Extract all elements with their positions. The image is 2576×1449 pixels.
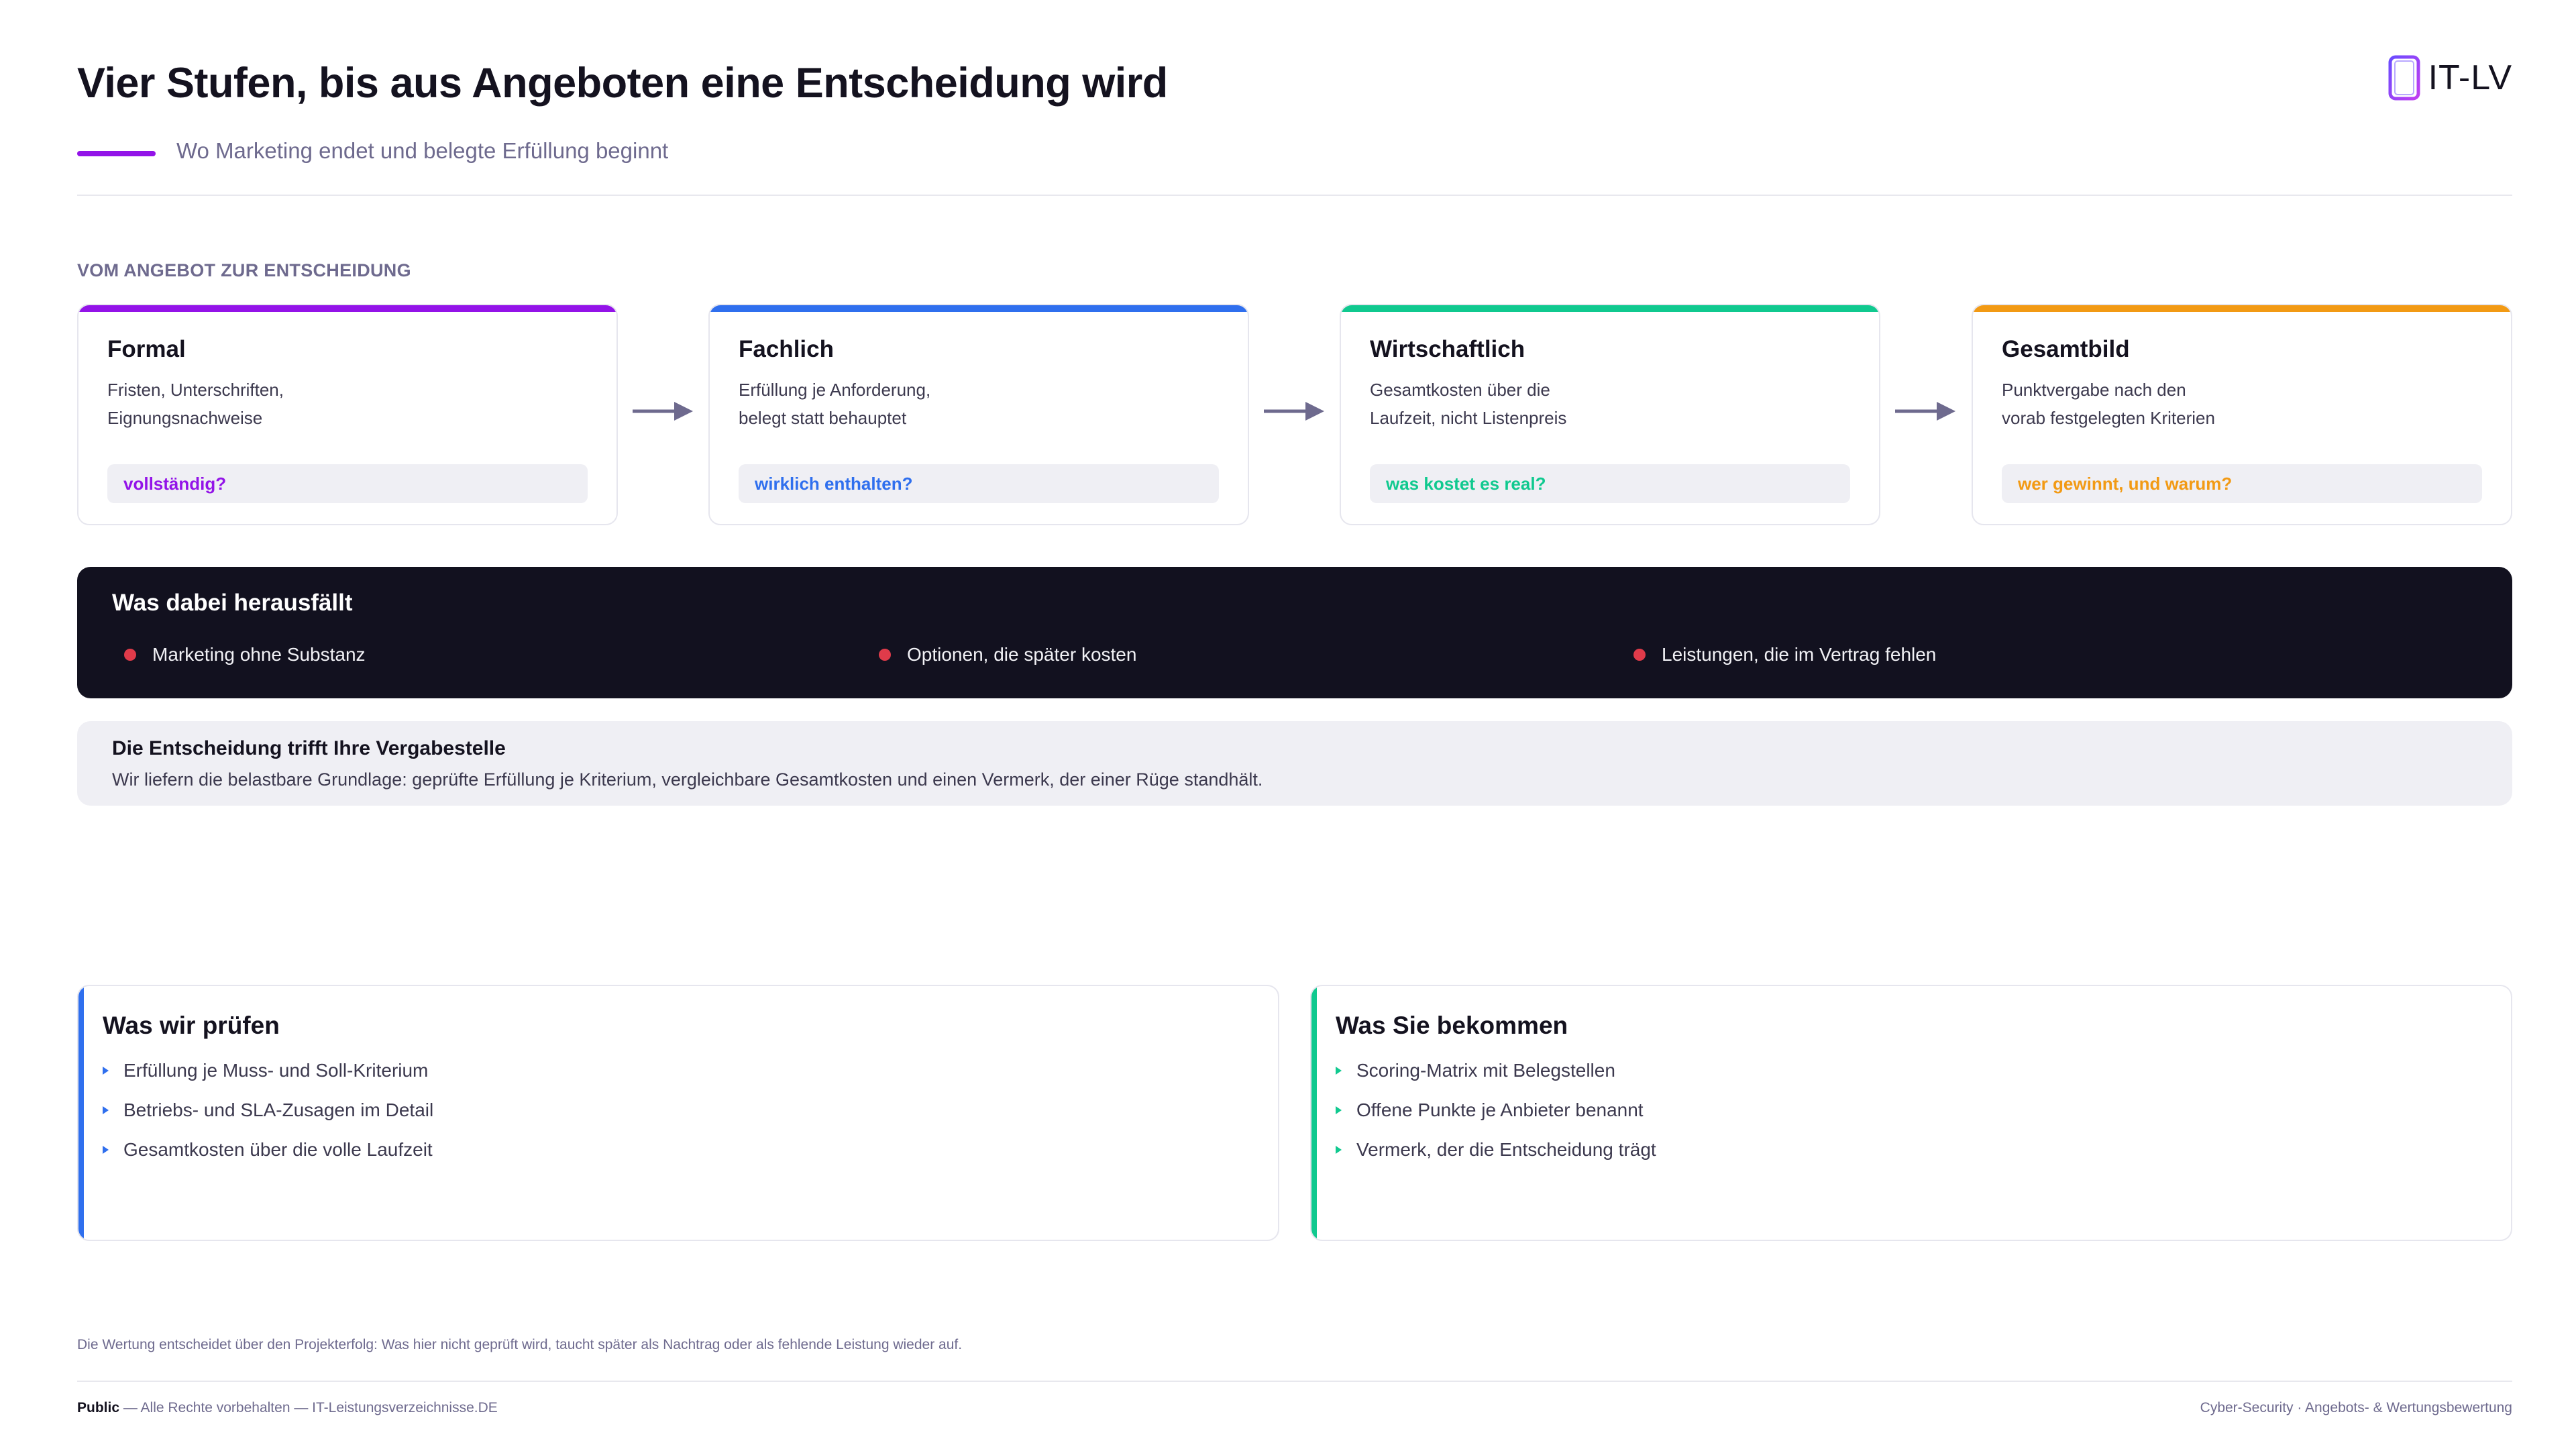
red-dot-icon [124,649,136,661]
banner-title: Was dabei herausfällt [112,590,353,616]
bullet-triangle-icon [1336,1106,1342,1114]
stage-color-bar [710,305,1248,312]
bullet-triangle-icon [103,1106,109,1114]
panel-accent-bar [78,986,84,1240]
bullet-triangle-icon [1336,1066,1342,1075]
bullet-triangle-icon [103,1066,109,1075]
list-item: Offene Punkte je Anbieter benannt [1336,1090,1656,1130]
stage-description: Fristen, Unterschriften, Eignungsnachweis… [107,380,284,428]
list-item: Erfüllung je Muss- und Soll-Kriterium [103,1051,433,1090]
logo-text: IT-LV [2428,58,2512,97]
stage-title: Wirtschaftlich [1370,336,1525,362]
classification-label: Public [77,1400,120,1415]
stage-card-formal: Formal Fristen, Unterschriften, Eignungsn… [77,304,618,525]
stage-color-bar [1341,305,1879,312]
page-title: Vier Stufen, bis aus Angeboten eine Ents… [77,60,1168,107]
panel-list: Erfüllung je Muss- und Soll-Kriterium Be… [103,1051,433,1169]
footer-left: Public — Alle Rechte vorbehalten — IT-Le… [77,1400,498,1416]
page-subtitle: Wo Marketing endet und belegte Erfüllung… [176,138,669,163]
red-dot-icon [1633,649,1646,661]
decision-note: Die Entscheidung trifft Ihre Vergabestel… [77,721,2512,806]
stage-description: Erfüllung je Anforderung, belegt statt be… [739,380,931,428]
logo: IT-LV [2388,55,2512,101]
slide: Vier Stufen, bis aus Angeboten eine Ents… [77,0,2512,1449]
copyright-text: — Alle Rechte vorbehalten — IT-Leistungs… [119,1400,498,1415]
stage-question: was kostet es real? [1370,464,1850,503]
stage-title: Formal [107,336,186,362]
title-accent-line [77,151,156,156]
arrow-right-icon [1895,402,1955,421]
stage-description: Gesamtkosten über die Laufzeit, nicht Lis… [1370,380,1567,428]
stage-title: Fachlich [739,336,834,362]
dropout-banner: Was dabei herausfällt Marketing ohne Sub… [77,567,2512,698]
stage-question: vollständig? [107,464,588,503]
banner-item: Optionen, die später kosten [879,644,1136,665]
arrow-right-icon [1264,402,1324,421]
stage-color-bar [1973,305,2511,312]
note-text: Wir liefern die belastbare Grundlage: ge… [112,769,1263,790]
stage-card-fachlich: Fachlich Erfüllung je Anforderung, belegt… [708,304,1249,525]
stage-title: Gesamtbild [2002,336,2130,362]
panel-title: Was wir prüfen [103,1012,280,1039]
header-divider [77,195,2512,196]
stage-description: Punktvergabe nach den vorab festgelegten … [2002,380,2215,428]
logo-icon [2388,55,2420,101]
footer-divider [77,1381,2512,1382]
stage-color-bar [78,305,616,312]
panel-was-sie-bekommen: Was Sie bekommen Scoring-Matrix mit Bele… [1310,985,2512,1241]
footnote: Die Wertung entscheidet über den Projekt… [77,1337,963,1352]
stage-card-wirtschaftlich: Wirtschaftlich Gesamtkosten über die Lauf… [1340,304,1880,525]
stage-question: wer gewinnt, und warum? [2002,464,2482,503]
panel-was-wir-pruefen: Was wir prüfen Erfüllung je Muss- und So… [77,985,1279,1241]
stage-card-gesamtbild: Gesamtbild Punktvergabe nach den vorab fe… [1972,304,2512,525]
panel-list: Scoring-Matrix mit Belegstellen Offene P… [1336,1051,1656,1169]
stage-flow: Formal Fristen, Unterschriften, Eignungsn… [77,304,2512,525]
banner-item: Marketing ohne Substanz [124,644,366,665]
list-item: Vermerk, der die Entscheidung trägt [1336,1130,1656,1169]
panel-accent-bar [1311,986,1317,1240]
red-dot-icon [879,649,891,661]
banner-item: Leistungen, die im Vertrag fehlen [1633,644,1936,665]
footer-right: Cyber-Security · Angebots- & Wertungsbew… [2200,1400,2512,1415]
note-title: Die Entscheidung trifft Ihre Vergabestel… [112,737,506,759]
panel-title: Was Sie bekommen [1336,1012,1568,1039]
bullet-triangle-icon [103,1145,109,1154]
section-label: VOM ANGEBOT ZUR ENTSCHEIDUNG [77,260,411,280]
list-item: Gesamtkosten über die volle Laufzeit [103,1130,433,1169]
arrow-right-icon [633,402,693,421]
bullet-triangle-icon [1336,1145,1342,1154]
stage-question: wirklich enthalten? [739,464,1219,503]
list-item: Scoring-Matrix mit Belegstellen [1336,1051,1656,1090]
list-item: Betriebs- und SLA-Zusagen im Detail [103,1090,433,1130]
